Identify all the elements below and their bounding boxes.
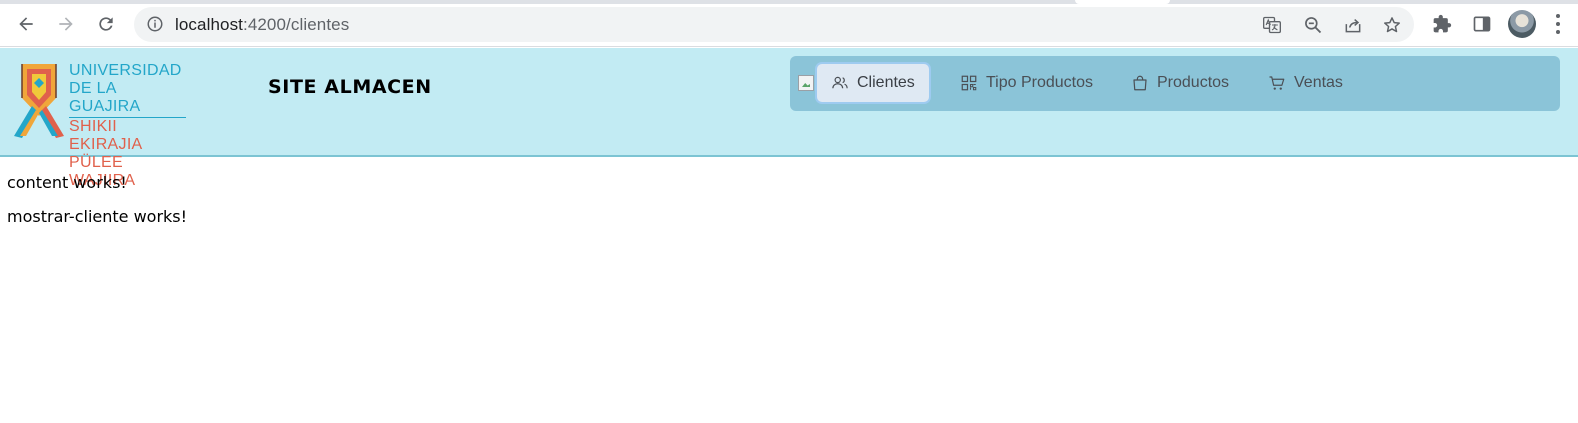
logo-line-3: SHIKII EKIRAJIA: [69, 118, 143, 153]
university-logo[interactable]: UNIVERSIDAD DE LA GUAJIRA SHIKII EKIRAJI…: [12, 62, 186, 189]
site-info-icon[interactable]: [146, 15, 164, 33]
page-content: content works! mostrar-cliente works!: [7, 172, 187, 240]
broken-image-icon: [798, 75, 814, 91]
zoom-out-icon: [1305, 17, 1322, 34]
site-title: SITE ALMACEN: [268, 76, 432, 98]
url-path: :4200/clientes: [243, 15, 350, 34]
menu-label-productos: Productos: [1157, 74, 1230, 91]
main-menubar: Clientes Tipo Productos Productos Ventas: [790, 56, 1560, 111]
forward-arrow-icon: [59, 17, 73, 31]
shopping-bag-icon: [1133, 75, 1147, 91]
menu-item-tipo-productos[interactable]: Tipo Productos: [946, 64, 1107, 102]
address-bar[interactable]: localhost:4200/clientes: [134, 7, 1414, 42]
logo-line-1: UNIVERSIDAD: [69, 62, 182, 79]
tab-strip: [0, 0, 1578, 4]
logo-text: UNIVERSIDAD DE LA GUAJIRA SHIKII EKIRAJI…: [69, 62, 186, 190]
cart-icon: [1269, 76, 1285, 90]
extensions-puzzle-icon: [1433, 14, 1452, 33]
logo-line-2: DE LA GUAJIRA: [69, 80, 186, 118]
extensions-button[interactable]: [1430, 12, 1454, 36]
reload-icon: [99, 17, 113, 31]
qr-grid-icon: [961, 75, 977, 91]
back-button[interactable]: [10, 8, 42, 40]
users-icon: [832, 76, 848, 89]
translate-button[interactable]: [1261, 14, 1283, 36]
content-component-text: content works!: [7, 173, 127, 192]
url-text[interactable]: localhost:4200/clientes: [175, 15, 349, 35]
more-menu-icon[interactable]: [1555, 14, 1561, 34]
bookmark-star-icon: [1384, 17, 1400, 33]
back-arrow-icon: [19, 17, 33, 31]
reload-button[interactable]: [90, 8, 122, 40]
menu-label-ventas: Ventas: [1294, 74, 1343, 91]
browser-toolbar: localhost:4200/clientes: [0, 0, 1578, 47]
mostrar-cliente-component-text: mostrar-cliente works!: [7, 207, 188, 226]
menu-item-clientes[interactable]: Clientes: [817, 64, 929, 102]
side-panel-icon: [1473, 16, 1491, 32]
menu-label-tipo-productos: Tipo Productos: [986, 74, 1094, 91]
logo-emblem-icon: [14, 64, 64, 138]
side-panel-button[interactable]: [1470, 12, 1494, 36]
share-icon: [1345, 19, 1361, 33]
bookmark-button[interactable]: [1381, 14, 1403, 36]
profile-avatar[interactable]: [1508, 10, 1536, 38]
url-host: localhost: [175, 15, 243, 34]
menu-label-clientes: Clientes: [857, 74, 915, 91]
zoom-button[interactable]: [1302, 14, 1324, 36]
translate-icon: [1263, 16, 1281, 34]
site-header: UNIVERSIDAD DE LA GUAJIRA SHIKII EKIRAJI…: [0, 48, 1578, 189]
share-button[interactable]: [1342, 14, 1364, 36]
forward-button[interactable]: [50, 8, 82, 40]
menu-item-ventas[interactable]: Ventas: [1254, 64, 1357, 102]
menu-item-productos[interactable]: Productos: [1117, 64, 1243, 102]
